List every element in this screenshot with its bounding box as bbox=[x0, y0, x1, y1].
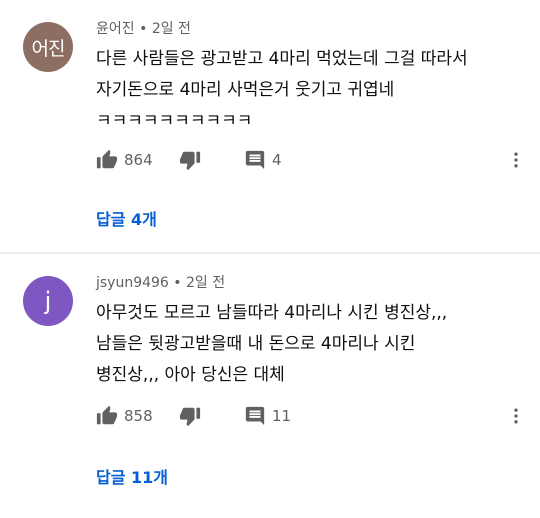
more-vertical-icon[interactable] bbox=[506, 149, 526, 171]
comment-text-line: 자기돈으로 4마리 사먹은거 웃기고 귀엽네 bbox=[96, 80, 395, 100]
comment-actions: 858 11 bbox=[96, 404, 536, 428]
meta-separator: • bbox=[173, 275, 182, 291]
more-vertical-icon[interactable] bbox=[506, 405, 526, 427]
comment-text-line: ㅋㅋㅋㅋㅋㅋㅋㅋㅋㅋ bbox=[96, 111, 253, 131]
comment-meta: jsyun9496 • 2일 전 bbox=[96, 272, 225, 292]
author-name[interactable]: jsyun9496 bbox=[96, 275, 169, 291]
like-count: 858 bbox=[124, 407, 153, 425]
avatar-initials: j bbox=[44, 287, 52, 315]
comment-meta: 윤어진 • 2일 전 bbox=[96, 18, 191, 38]
comment-text-line: 병진상,,, 아아 당신은 대체 bbox=[96, 365, 285, 385]
thumb-up-icon[interactable] bbox=[96, 405, 118, 427]
thumb-up-icon[interactable] bbox=[96, 149, 118, 171]
comment-text: 다른 사람들은 광고받고 4마리 먹었는데 그걸 따라서 자기돈으로 4마리 사… bbox=[96, 44, 526, 137]
comment-thread: 어진 윤어진 • 2일 전 다른 사람들은 광고받고 4마리 먹었는데 그걸 따… bbox=[0, 0, 540, 252]
view-replies-link[interactable]: 답글 4개 bbox=[96, 206, 157, 230]
thumb-down-icon[interactable] bbox=[179, 149, 201, 171]
avatar[interactable]: 어진 bbox=[23, 22, 73, 72]
comment-text-line: 아무것도 모르고 남들따라 4마리나 시킨 병진상,,, bbox=[96, 303, 448, 323]
comment-thread: j jsyun9496 • 2일 전 아무것도 모르고 남들따라 4마리나 시킨… bbox=[0, 254, 540, 518]
comment-text-line: 남들은 뒷광고받을때 내 돈으로 4마리나 시킨 bbox=[96, 334, 416, 354]
like-count: 864 bbox=[124, 151, 153, 169]
reply-count: 11 bbox=[272, 407, 292, 425]
avatar-initials: 어진 bbox=[31, 37, 66, 60]
comment-text: 아무것도 모르고 남들따라 4마리나 시킨 병진상,,, 남들은 뒷광고받을때 … bbox=[96, 298, 526, 391]
comment-text-line: 다른 사람들은 광고받고 4마리 먹었는데 그걸 따라서 bbox=[96, 49, 468, 69]
comment-time[interactable]: 2일 전 bbox=[152, 21, 191, 37]
thumb-down-icon[interactable] bbox=[179, 405, 201, 427]
author-name[interactable]: 윤어진 bbox=[96, 21, 135, 37]
reply-count: 4 bbox=[272, 151, 282, 169]
comment-icon[interactable] bbox=[244, 405, 266, 427]
comment-actions: 864 4 bbox=[96, 148, 536, 172]
avatar[interactable]: j bbox=[23, 276, 73, 326]
view-replies-link[interactable]: 답글 11개 bbox=[96, 464, 168, 488]
meta-separator: • bbox=[139, 21, 148, 37]
comment-time[interactable]: 2일 전 bbox=[186, 275, 225, 291]
comment-icon[interactable] bbox=[244, 149, 266, 171]
